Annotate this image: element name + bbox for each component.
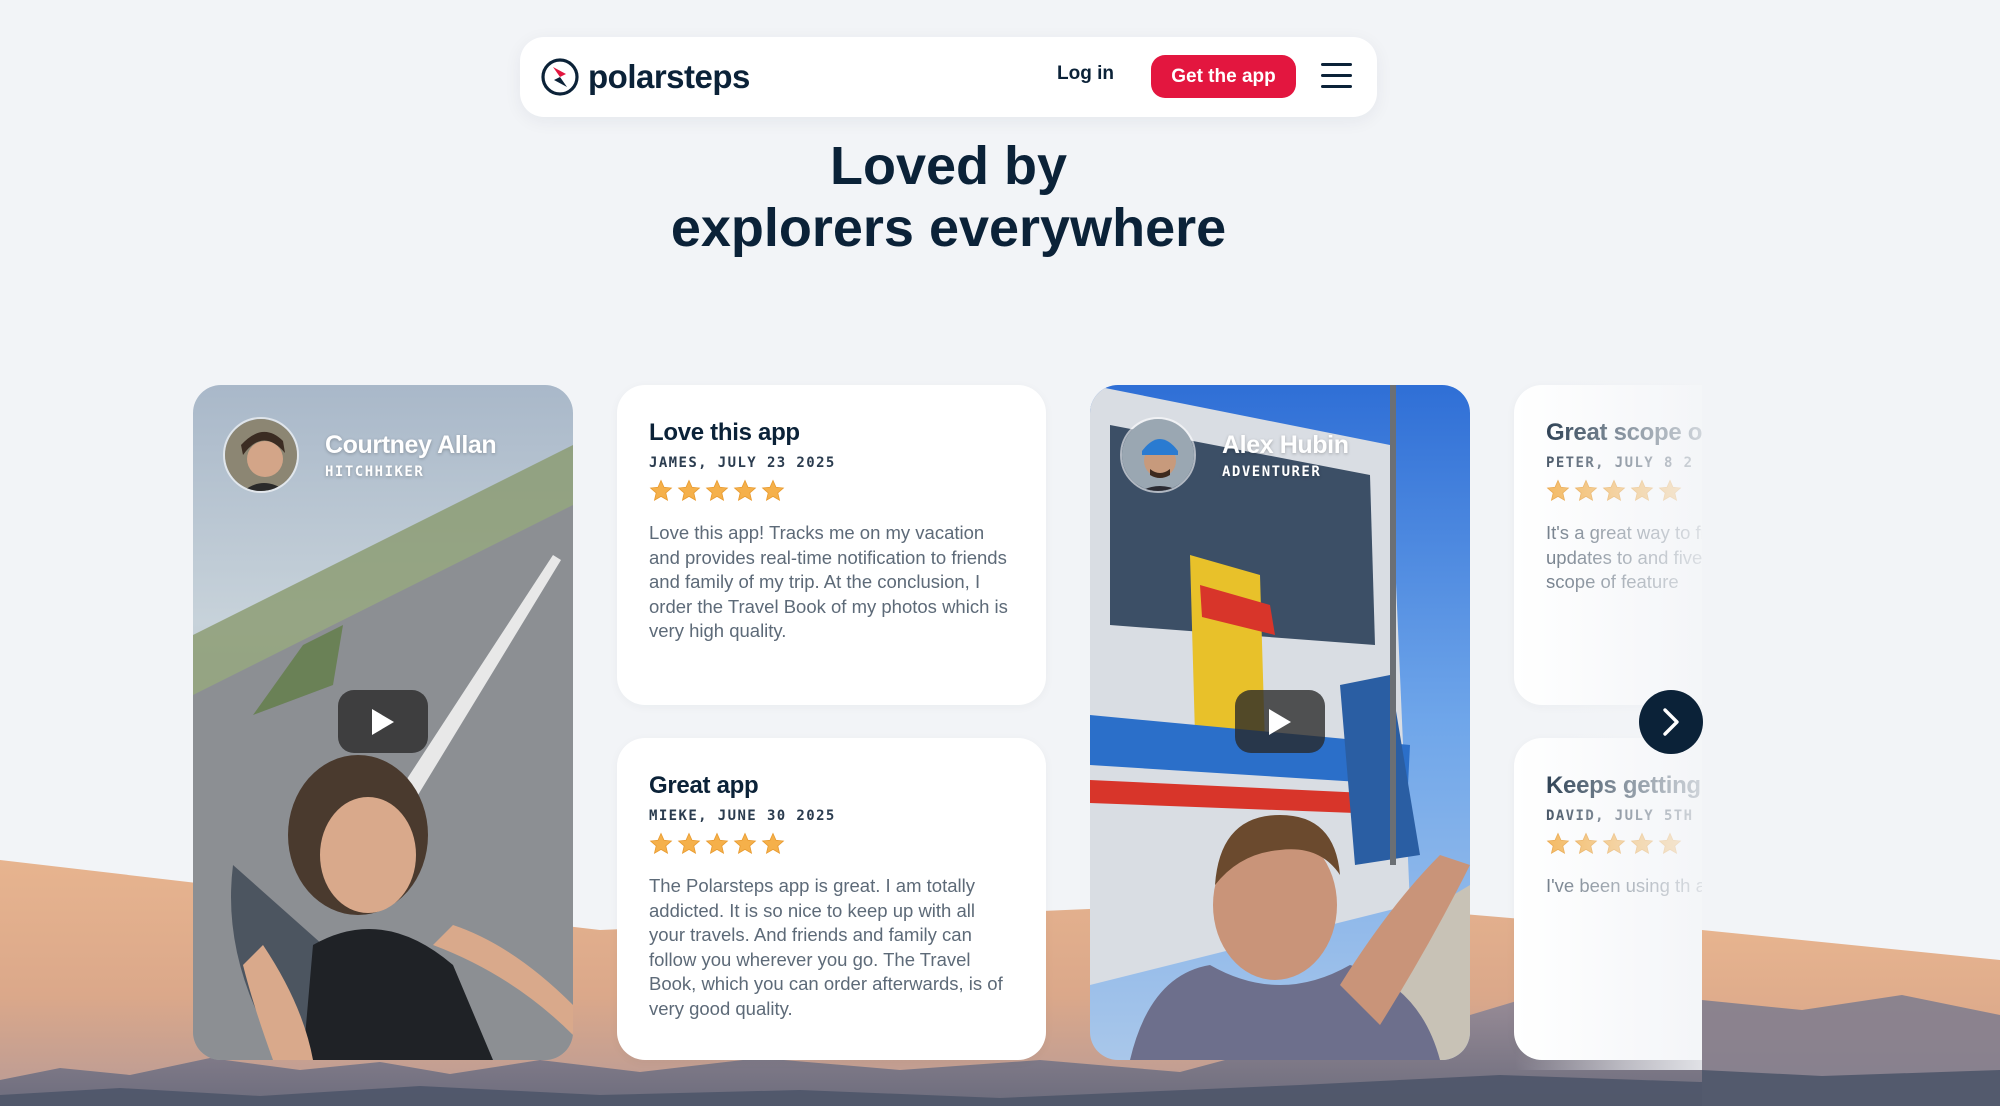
review-card: Great scope o PETER, JULY 8 2 It's a gre… bbox=[1514, 385, 1943, 705]
navbar: polarsteps Log in Get the app bbox=[520, 37, 1377, 117]
profile-name: Courtney Allan bbox=[325, 430, 497, 459]
review-title: Great scope o bbox=[1546, 419, 1703, 446]
hamburger-icon[interactable] bbox=[1321, 63, 1353, 89]
review-meta: PETER, JULY 8 2 bbox=[1546, 455, 1694, 471]
star-icon bbox=[1574, 479, 1598, 502]
star-icon bbox=[1602, 832, 1626, 855]
star-icon bbox=[1602, 479, 1626, 502]
star-icon bbox=[733, 479, 757, 502]
star-icon bbox=[649, 832, 673, 855]
review-title: Keeps getting bbox=[1546, 772, 1701, 799]
star-icon bbox=[1658, 832, 1682, 855]
profile: Alex Hubin ADVENTURER bbox=[1120, 417, 1349, 493]
star-icon bbox=[1630, 832, 1654, 855]
compass-logo-icon bbox=[541, 58, 579, 96]
review-title: Great app bbox=[649, 772, 759, 799]
review-card: Keeps getting DAVID, JULY 5TH I've been … bbox=[1514, 738, 1943, 1060]
title-line-2: explorers everywhere bbox=[670, 198, 1227, 258]
star-icon bbox=[1630, 479, 1654, 502]
review-text: The Polarsteps app is great. I am totall… bbox=[649, 875, 1003, 1019]
page-title: Loved by explorers everywhere bbox=[600, 135, 1297, 259]
star-rating bbox=[649, 479, 1014, 503]
title-line-1: Loved by bbox=[829, 136, 1068, 196]
star-icon bbox=[705, 832, 729, 855]
avatar bbox=[1120, 417, 1196, 493]
star-icon bbox=[1546, 479, 1570, 502]
star-icon bbox=[761, 479, 785, 502]
video-testimonial-card[interactable]: Alex Hubin ADVENTURER bbox=[1090, 385, 1470, 1060]
star-icon bbox=[677, 832, 701, 855]
profile-role: HITCHHIKER bbox=[325, 463, 425, 480]
play-icon bbox=[372, 708, 394, 735]
carousel-next-button[interactable] bbox=[1639, 690, 1703, 754]
star-icon bbox=[677, 479, 701, 502]
star-icon bbox=[761, 832, 785, 855]
login-link[interactable]: Log in bbox=[1057, 63, 1114, 85]
star-icon bbox=[649, 479, 673, 502]
avatar bbox=[223, 417, 299, 493]
star-icon bbox=[733, 832, 757, 855]
play-icon bbox=[1269, 708, 1291, 735]
star-icon bbox=[1546, 832, 1570, 855]
review-meta: JAMES, JULY 23 2025 bbox=[649, 455, 836, 471]
review-text: Love this app! Tracks me on my vacation … bbox=[649, 522, 1008, 642]
review-meta: DAVID, JULY 5TH bbox=[1546, 808, 1694, 824]
logo[interactable]: polarsteps bbox=[540, 55, 750, 99]
profile: Courtney Allan HITCHHIKER bbox=[223, 417, 497, 493]
star-rating bbox=[649, 832, 1014, 856]
play-button[interactable] bbox=[338, 690, 428, 753]
logo-text: polarsteps bbox=[588, 58, 750, 95]
star-rating bbox=[1546, 832, 1911, 856]
profile-role: ADVENTURER bbox=[1222, 463, 1322, 480]
video-testimonial-card[interactable]: Courtney Allan HITCHHIKER bbox=[193, 385, 573, 1060]
chevron-right-icon bbox=[1663, 708, 1679, 736]
review-card: Great app MIEKE, JUNE 30 2025 The Polars… bbox=[617, 738, 1046, 1060]
profile-name: Alex Hubin bbox=[1222, 430, 1349, 459]
review-text: It's a great way to friends and famil se… bbox=[1546, 522, 1909, 593]
review-title: Love this app bbox=[649, 419, 800, 446]
review-text: I've been using th always been goo bette… bbox=[1546, 875, 1891, 896]
star-icon bbox=[1658, 479, 1682, 502]
review-card: Love this app JAMES, JULY 23 2025 Love t… bbox=[617, 385, 1046, 705]
star-icon bbox=[705, 479, 729, 502]
review-meta: MIEKE, JUNE 30 2025 bbox=[649, 808, 836, 824]
get-the-app-button[interactable]: Get the app bbox=[1151, 55, 1296, 98]
star-rating bbox=[1546, 479, 1911, 503]
star-icon bbox=[1574, 832, 1598, 855]
play-button[interactable] bbox=[1235, 690, 1325, 753]
